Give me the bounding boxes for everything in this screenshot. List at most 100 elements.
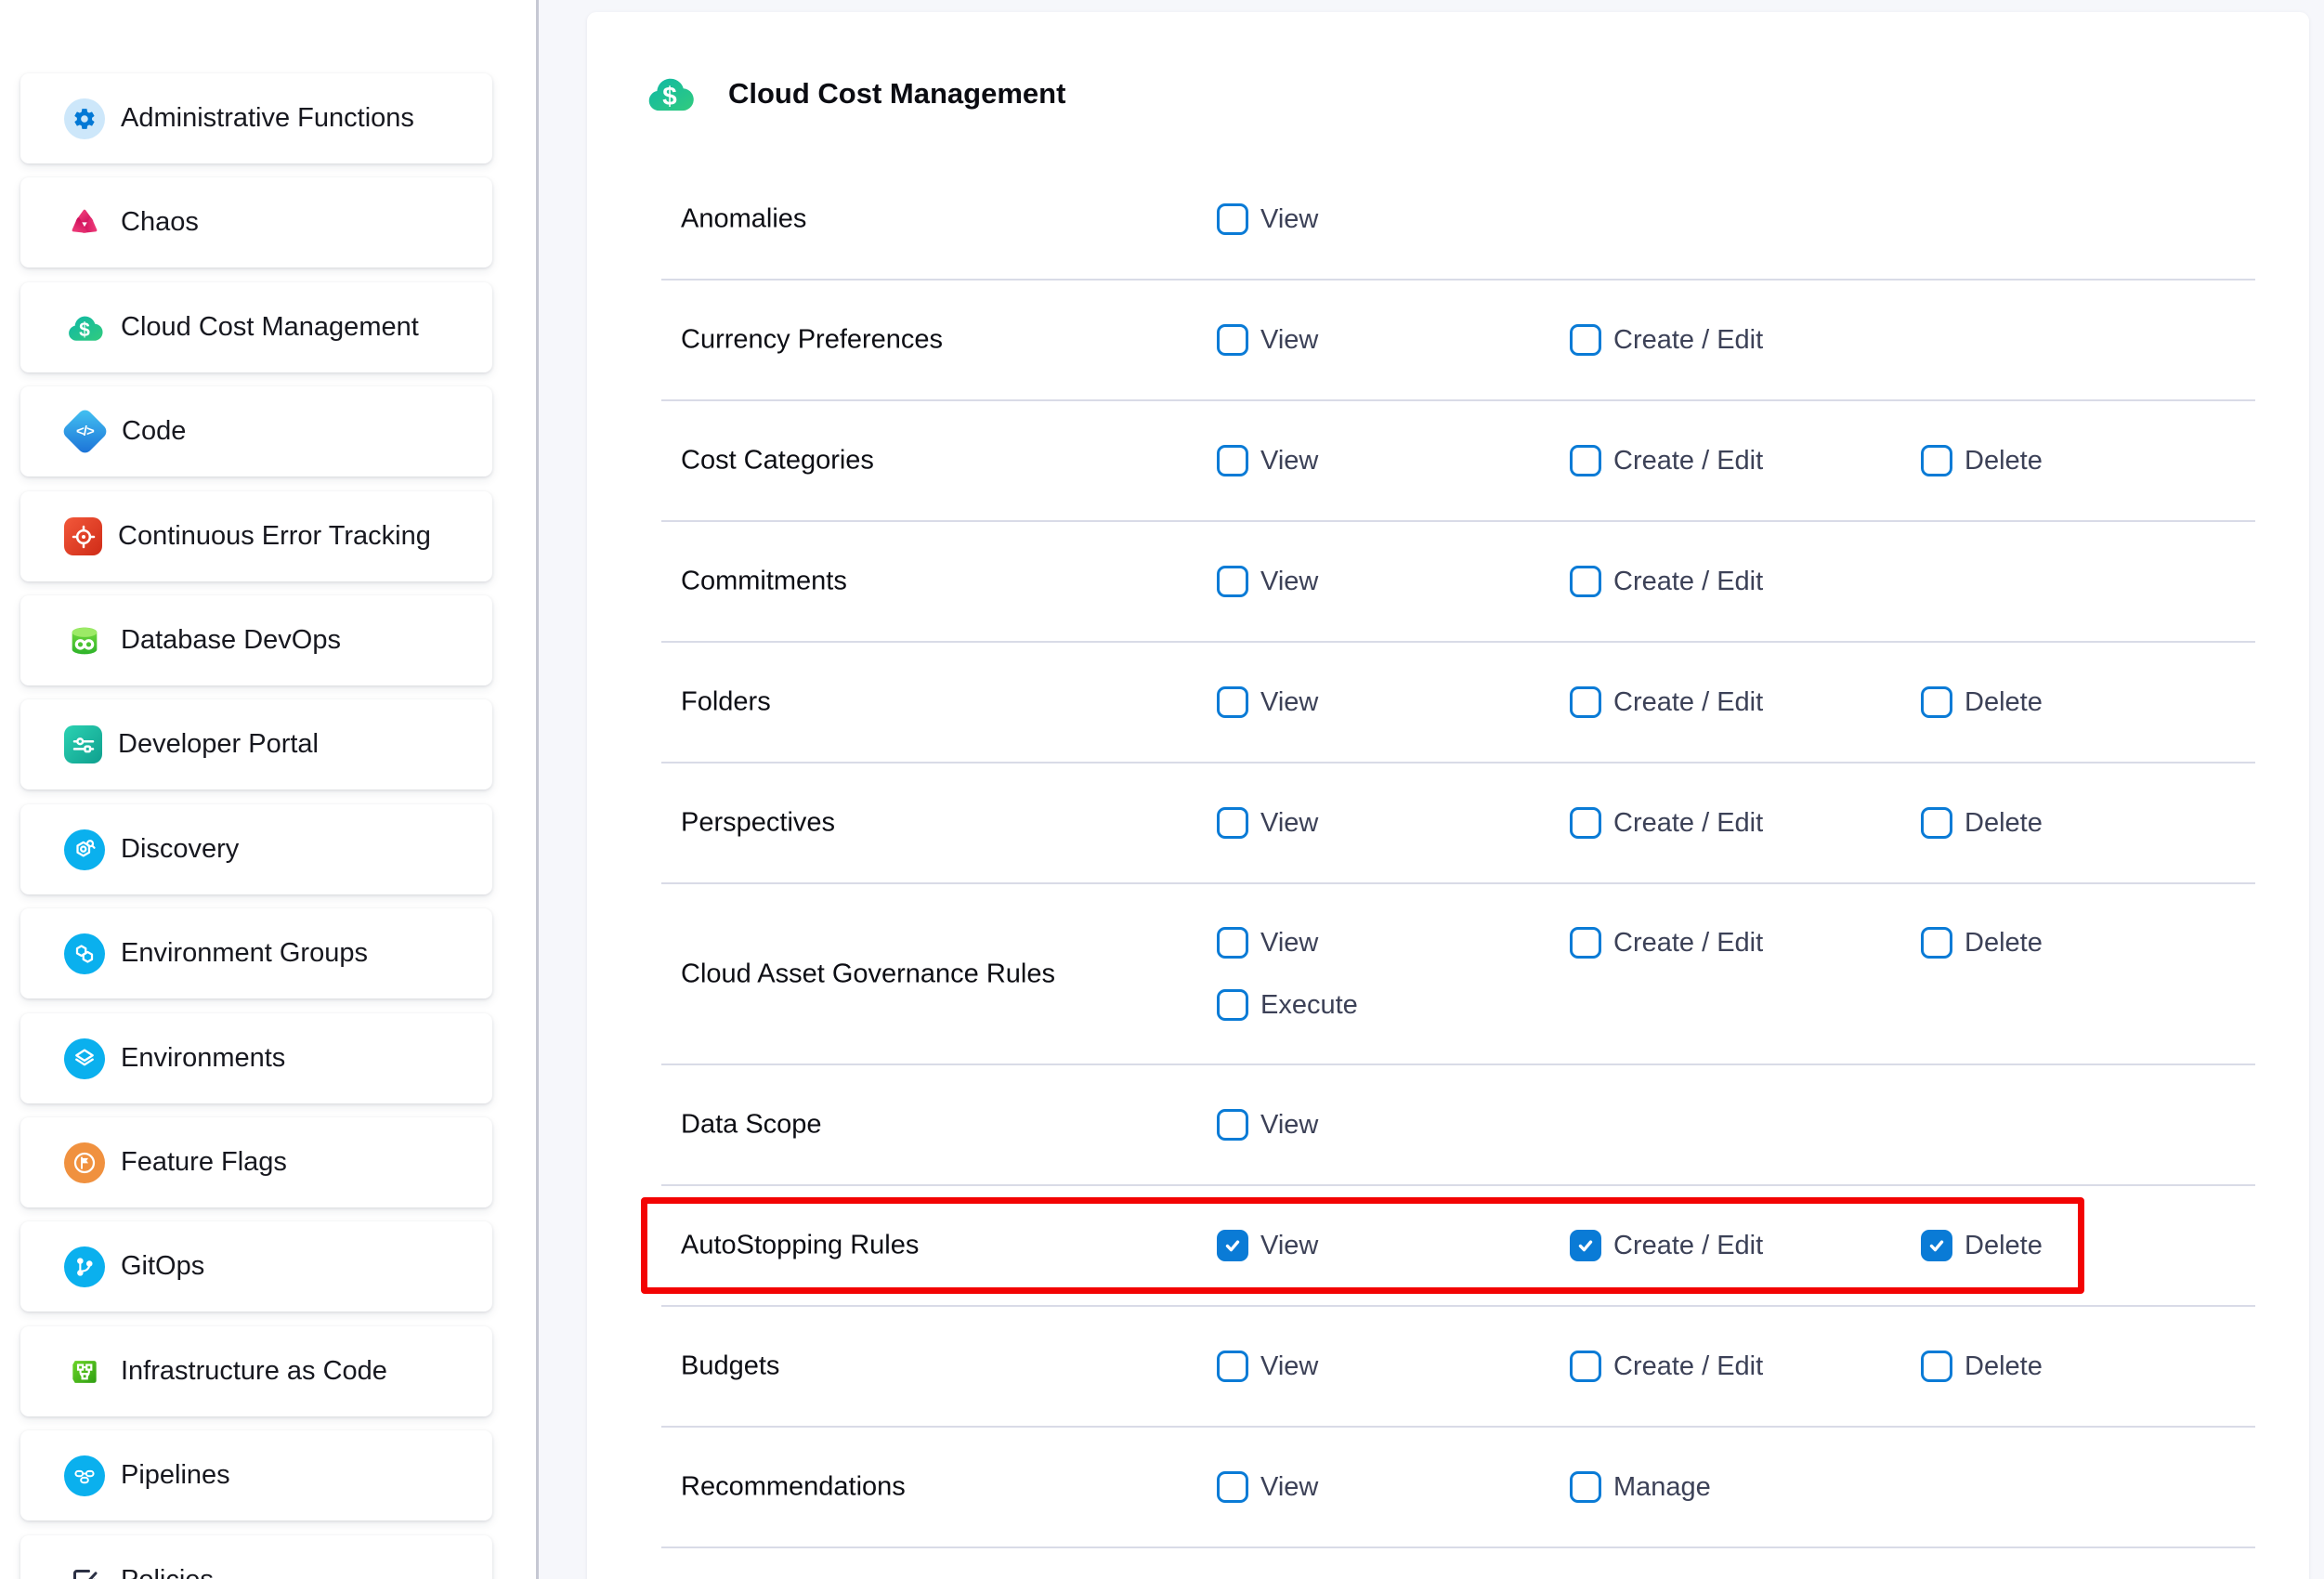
checkbox-unchecked[interactable] [1217,324,1248,356]
checkbox-unchecked[interactable] [1217,989,1248,1021]
recommendations-manage-checkbox[interactable]: Manage [1570,1471,1711,1503]
autostopping-view-checkbox[interactable]: View [1217,1230,1318,1261]
sidebar-item-feature-flags[interactable]: Feature Flags [20,1117,492,1207]
governance-view-checkbox[interactable]: View [1217,927,1318,959]
checkbox-unchecked[interactable] [1570,1351,1601,1382]
cost-categories-view-checkbox[interactable]: View [1217,445,1318,476]
permission-row-label: Data Scope [681,1110,822,1141]
gear-icon [64,98,105,139]
svg-text:$: $ [79,320,90,341]
checkbox-unchecked[interactable] [1570,1471,1601,1503]
permission-row-label: Currency Preferences [681,325,943,356]
sidebar-item-continuous-error-tracking[interactable]: Continuous Error Tracking [20,491,492,581]
permission-row-cost-categories: Cost Categories View Create / Edit Delet… [587,400,2309,521]
checkbox-unchecked[interactable] [1570,807,1601,839]
perspectives-delete-checkbox[interactable]: Delete [1921,807,2043,839]
hexagon-search-icon [64,829,105,870]
sidebar-item-code[interactable]: </> Code [20,386,492,476]
flag-icon [64,1142,105,1183]
permission-row-label: Cost Categories [681,446,874,476]
budgets-create-edit-checkbox[interactable]: Create / Edit [1570,1351,1763,1382]
sidebar-item-discovery[interactable]: Discovery [20,804,492,894]
checkbox-unchecked[interactable] [1217,1471,1248,1503]
checkbox-unchecked[interactable] [1570,566,1601,597]
checkbox-unchecked[interactable] [1217,686,1248,718]
chaos-pinwheel-icon [64,202,105,243]
sidebar-item-policies[interactable]: Policies [20,1535,492,1579]
checkbox-unchecked[interactable] [1921,1351,1952,1382]
sidebar-item-pipelines[interactable]: Pipelines [20,1430,492,1520]
permission-row-label: Commitments [681,567,847,597]
sliders-icon [64,725,102,763]
cloud-dollar-icon: $ [643,67,697,121]
checkbox-unchecked[interactable] [1570,927,1601,959]
sidebar-item-administrative-functions[interactable]: Administrative Functions [20,73,492,163]
checkbox-unchecked[interactable] [1570,686,1601,718]
checkbox-unchecked[interactable] [1217,927,1248,959]
data-scope-view-checkbox[interactable]: View [1217,1109,1318,1141]
commitments-create-edit-checkbox[interactable]: Create / Edit [1570,566,1763,597]
checkbox-unchecked[interactable] [1217,203,1248,235]
cost-categories-create-edit-checkbox[interactable]: Create / Edit [1570,445,1763,476]
folders-view-checkbox[interactable]: View [1217,686,1318,718]
governance-execute-checkbox[interactable]: Execute [1217,989,1358,1021]
perspectives-create-edit-checkbox[interactable]: Create / Edit [1570,807,1763,839]
cost-categories-delete-checkbox[interactable]: Delete [1921,445,2043,476]
permission-row-label: Perspectives [681,808,835,839]
checkbox-unchecked[interactable] [1921,807,1952,839]
budgets-delete-checkbox[interactable]: Delete [1921,1351,2043,1382]
sidebar-item-infrastructure-as-code[interactable]: Infrastructure as Code [20,1326,492,1416]
checkbox-unchecked[interactable] [1217,445,1248,476]
sidebar-item-label: Chaos [121,207,199,238]
checkbox-unchecked[interactable] [1921,686,1952,718]
permission-row-label: Folders [681,687,771,718]
anomalies-view-checkbox[interactable]: View [1217,203,1318,235]
governance-create-edit-checkbox[interactable]: Create / Edit [1570,927,1763,959]
sidebar-item-label: Developer Portal [118,729,319,760]
commitments-view-checkbox[interactable]: View [1217,566,1318,597]
checkbox-unchecked[interactable] [1217,1109,1248,1141]
checkbox-unchecked[interactable] [1217,566,1248,597]
perspectives-view-checkbox[interactable]: View [1217,807,1318,839]
governance-delete-checkbox[interactable]: Delete [1921,927,2043,959]
checkbox-unchecked[interactable] [1921,927,1952,959]
sidebar-item-label: Database DevOps [121,625,341,656]
currency-preferences-create-edit-checkbox[interactable]: Create / Edit [1570,324,1763,356]
checkbox-unchecked[interactable] [1921,445,1952,476]
permission-row-data-scope: Data Scope View [587,1064,2309,1185]
checkbox-checked[interactable] [1217,1230,1248,1261]
sidebar-item-chaos[interactable]: Chaos [20,177,492,268]
permission-row-autostopping-rules: AutoStopping Rules View Create / Edit De… [587,1185,2309,1306]
folders-delete-checkbox[interactable]: Delete [1921,686,2043,718]
checkbox-checked[interactable] [1570,1230,1601,1261]
checkbox-checked[interactable] [1921,1230,1952,1261]
sidebar-item-gitops[interactable]: GitOps [20,1221,492,1311]
sidebar-item-environment-groups[interactable]: Environment Groups [20,908,492,998]
permission-row-cloud-asset-governance-rules: Cloud Asset Governance Rules View Create… [587,883,2309,1064]
chain-links-icon [64,1455,105,1496]
sidebar-item-environments[interactable]: Environments [20,1013,492,1103]
sidebar-item-label: Continuous Error Tracking [118,521,431,552]
permission-row-perspectives: Perspectives View Create / Edit Delete [587,763,2309,883]
sidebar-item-label: Infrastructure as Code [121,1356,387,1387]
checkbox-unchecked[interactable] [1217,1351,1248,1382]
checkbox-unchecked[interactable] [1217,807,1248,839]
currency-preferences-view-checkbox[interactable]: View [1217,324,1318,356]
permissions-screen: Administrative Functions Chaos $ Cloud C… [0,0,2324,1579]
autostopping-create-edit-checkbox[interactable]: Create / Edit [1570,1230,1763,1261]
sidebar-item-developer-portal[interactable]: Developer Portal [20,699,492,790]
sidebar-item-label: Code [122,416,186,447]
budgets-view-checkbox[interactable]: View [1217,1351,1318,1382]
recommendations-view-checkbox[interactable]: View [1217,1471,1318,1503]
folders-create-edit-checkbox[interactable]: Create / Edit [1570,686,1763,718]
permission-row-label: Recommendations [681,1472,906,1503]
sidebar-item-cloud-cost-management[interactable]: $ Cloud Cost Management [20,282,492,372]
sidebar-item-label: Environments [121,1043,285,1074]
svg-text:$: $ [662,82,677,111]
autostopping-delete-checkbox[interactable]: Delete [1921,1230,2043,1261]
permission-row-currency-preferences: Currency Preferences View Create / Edit [587,280,2309,400]
sidebar-item-database-devops[interactable]: Database DevOps [20,595,492,685]
checkbox-unchecked[interactable] [1570,324,1601,356]
checkbox-check-icon [64,1560,105,1579]
checkbox-unchecked[interactable] [1570,445,1601,476]
